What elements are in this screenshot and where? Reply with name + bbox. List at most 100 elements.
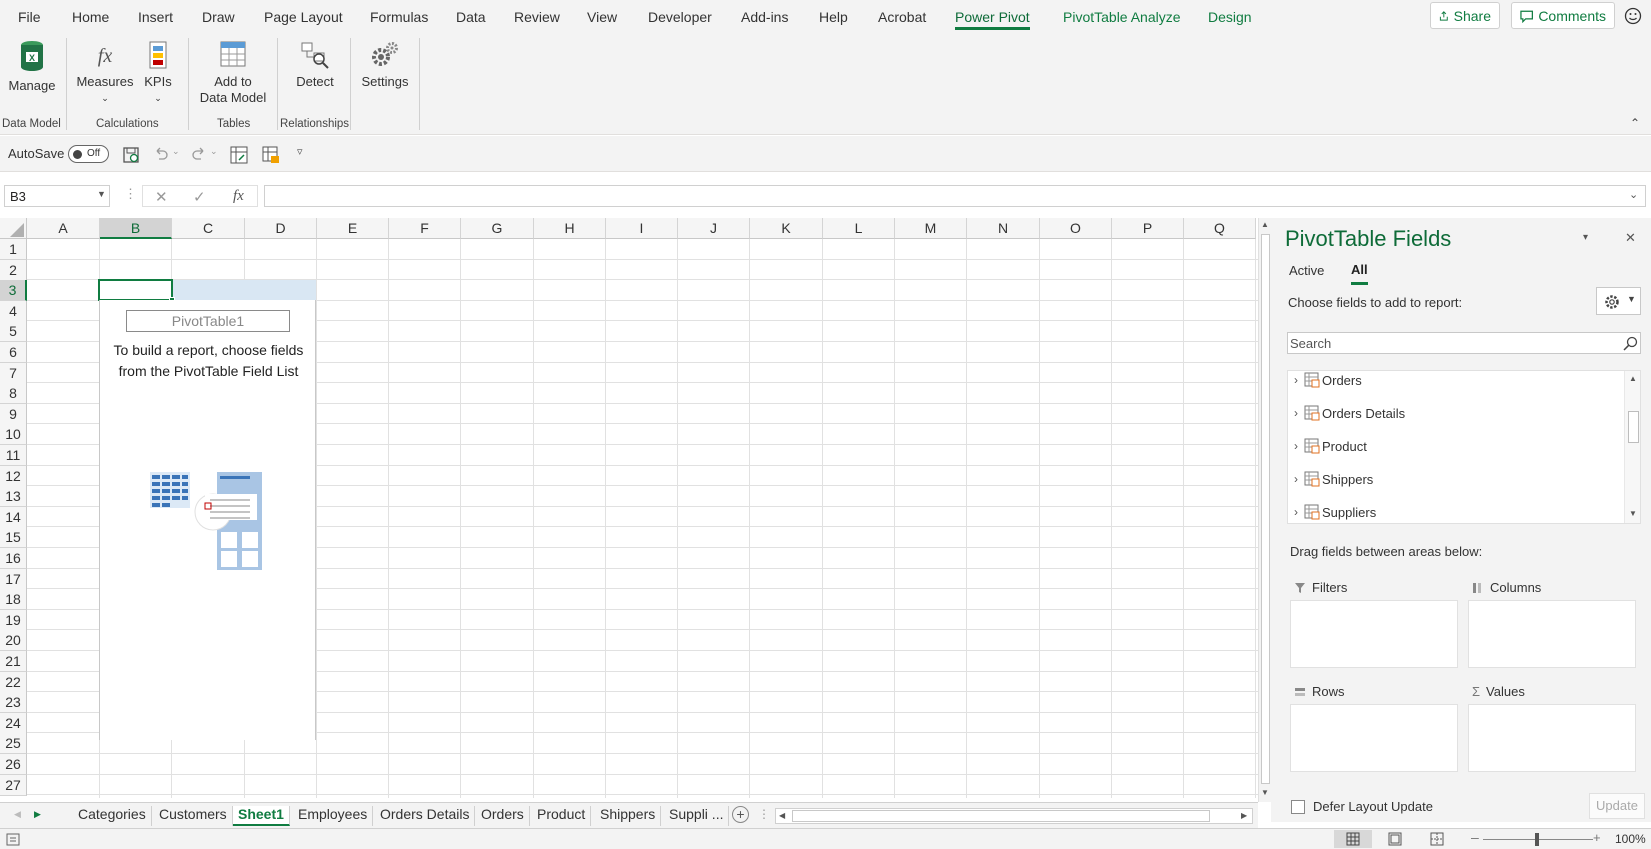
page-break-view-icon[interactable] (1430, 832, 1444, 846)
row-header[interactable]: 20 (0, 630, 27, 651)
row-header[interactable]: 12 (0, 466, 27, 487)
menu-review[interactable]: Review (514, 9, 560, 25)
menu-addins[interactable]: Add-ins (741, 9, 788, 25)
field-search-input[interactable]: Search (1287, 332, 1641, 354)
add-sheet-icon[interactable]: + (732, 806, 749, 823)
menu-insert[interactable]: Insert (138, 9, 173, 25)
column-header[interactable]: I (606, 218, 678, 239)
column-header[interactable]: Q (1184, 218, 1256, 239)
chevron-down-icon[interactable]: ▼ (97, 189, 106, 199)
row-header[interactable]: 22 (0, 672, 27, 693)
scroll-up-icon[interactable]: ▲ (1261, 220, 1269, 229)
row-header[interactable]: 24 (0, 713, 27, 734)
row-header[interactable]: 8 (0, 383, 27, 404)
select-all-button[interactable] (0, 218, 27, 239)
values-drop-area[interactable] (1468, 704, 1636, 772)
column-header[interactable]: A (27, 218, 100, 239)
sheet-tab-customers[interactable]: Customers (154, 806, 233, 826)
menu-formulas[interactable]: Formulas (370, 9, 428, 25)
column-header[interactable]: C (172, 218, 245, 239)
column-header[interactable]: K (750, 218, 823, 239)
sheet-tab-product[interactable]: Product (532, 806, 592, 826)
row-header[interactable]: 26 (0, 754, 27, 775)
scroll-right-icon[interactable]: ▶ (1241, 811, 1247, 820)
row-header[interactable]: 18 (0, 589, 27, 610)
defer-layout-checkbox[interactable] (1291, 800, 1305, 814)
row-header[interactable]: 13 (0, 486, 27, 507)
scroll-up-icon[interactable]: ▲ (1629, 374, 1637, 383)
row-header[interactable]: 9 (0, 404, 27, 425)
tools-button[interactable]: ▼ (1596, 287, 1641, 315)
column-header[interactable]: P (1112, 218, 1184, 239)
column-header[interactable]: O (1040, 218, 1112, 239)
enter-icon[interactable]: ✓ (193, 188, 206, 206)
collapse-ribbon-icon[interactable]: ⌃ (1630, 116, 1640, 130)
column-header[interactable]: M (895, 218, 967, 239)
insert-function-icon[interactable]: fx (233, 188, 244, 205)
active-cell[interactable] (98, 279, 175, 303)
menu-draw[interactable]: Draw (202, 9, 235, 25)
row-header[interactable]: 15 (0, 527, 27, 548)
row-header[interactable]: 14 (0, 507, 27, 528)
column-header[interactable]: F (389, 218, 461, 239)
row-header[interactable]: 11 (0, 445, 27, 466)
expand-chevron-icon[interactable]: › (1288, 406, 1304, 420)
expand-chevron-icon[interactable]: › (1288, 505, 1304, 519)
customize-qat-icon[interactable]: ▿ (297, 145, 303, 158)
row-header[interactable]: 23 (0, 692, 27, 713)
column-header[interactable]: B (100, 218, 172, 239)
menu-power-pivot[interactable]: Power Pivot (955, 9, 1030, 30)
row-header[interactable]: 17 (0, 569, 27, 590)
manage-button[interactable]: X Manage (6, 40, 58, 94)
field-list-item[interactable]: › Suppliers (1288, 497, 1618, 523)
menu-home[interactable]: Home (72, 9, 109, 25)
row-header[interactable]: 21 (0, 651, 27, 672)
vertical-scroll-thumb[interactable] (1261, 234, 1270, 784)
column-header[interactable]: J (678, 218, 750, 239)
zoom-level[interactable]: 100% (1615, 832, 1646, 846)
detect-button[interactable]: Detect (290, 40, 340, 90)
sheet-tab-suppliers[interactable]: Suppli ... (664, 806, 730, 826)
column-header[interactable]: G (461, 218, 534, 239)
field-list-scrollbar[interactable]: ▲ ▼ (1624, 371, 1640, 523)
menu-page-layout[interactable]: Page Layout (264, 9, 343, 25)
vertical-scrollbar[interactable]: ▲ ▼ (1258, 218, 1271, 802)
row-header[interactable]: 27 (0, 775, 27, 796)
row-header[interactable]: 7 (0, 363, 27, 384)
settings-button[interactable]: Settings (358, 40, 412, 90)
row-header[interactable]: 10 (0, 424, 27, 445)
row-header[interactable]: 2 (0, 260, 27, 281)
menu-acrobat[interactable]: Acrobat (878, 9, 926, 25)
menu-view[interactable]: View (587, 9, 617, 25)
cancel-icon[interactable]: ✕ (155, 188, 168, 206)
tab-scroll-right-icon[interactable]: ▶ (34, 809, 41, 820)
column-header[interactable]: H (534, 218, 606, 239)
rows-drop-area[interactable] (1290, 704, 1458, 772)
field-list-item[interactable]: › Orders (1288, 371, 1618, 395)
tab-scroll-left-icon[interactable]: ◀ (14, 809, 21, 820)
filters-drop-area[interactable] (1290, 600, 1458, 668)
close-icon[interactable]: ✕ (1625, 230, 1636, 246)
expand-chevron-icon[interactable]: › (1288, 472, 1304, 486)
field-list-item[interactable]: › Shippers (1288, 464, 1618, 494)
share-button[interactable]: Share (1430, 2, 1500, 29)
zoom-slider[interactable] (1483, 833, 1593, 846)
menu-design[interactable]: Design (1208, 9, 1252, 25)
column-header[interactable]: D (245, 218, 317, 239)
menu-file[interactable]: File (18, 9, 41, 25)
add-to-data-model-button[interactable]: Add to Data Model (196, 40, 270, 106)
measures-button[interactable]: fx Measures ⌄ (76, 40, 134, 106)
field-list-item[interactable]: › Orders Details (1288, 398, 1618, 428)
horizontal-scroll-thumb[interactable] (792, 810, 1210, 822)
normal-view-button[interactable] (1334, 830, 1372, 848)
redo-icon[interactable] (190, 146, 208, 164)
sheet-tab-shippers[interactable]: Shippers (595, 806, 662, 826)
sheet-tab-categories[interactable]: Categories (73, 806, 152, 826)
zoom-slider-thumb[interactable] (1535, 833, 1539, 846)
row-header[interactable]: 6 (0, 342, 27, 363)
tab-splitter-icon[interactable]: ⋮ (758, 807, 770, 821)
columns-drop-area[interactable] (1468, 600, 1636, 668)
row-header[interactable]: 1 (0, 239, 27, 260)
menu-help[interactable]: Help (819, 9, 848, 25)
tab-active[interactable]: Active (1289, 263, 1324, 278)
